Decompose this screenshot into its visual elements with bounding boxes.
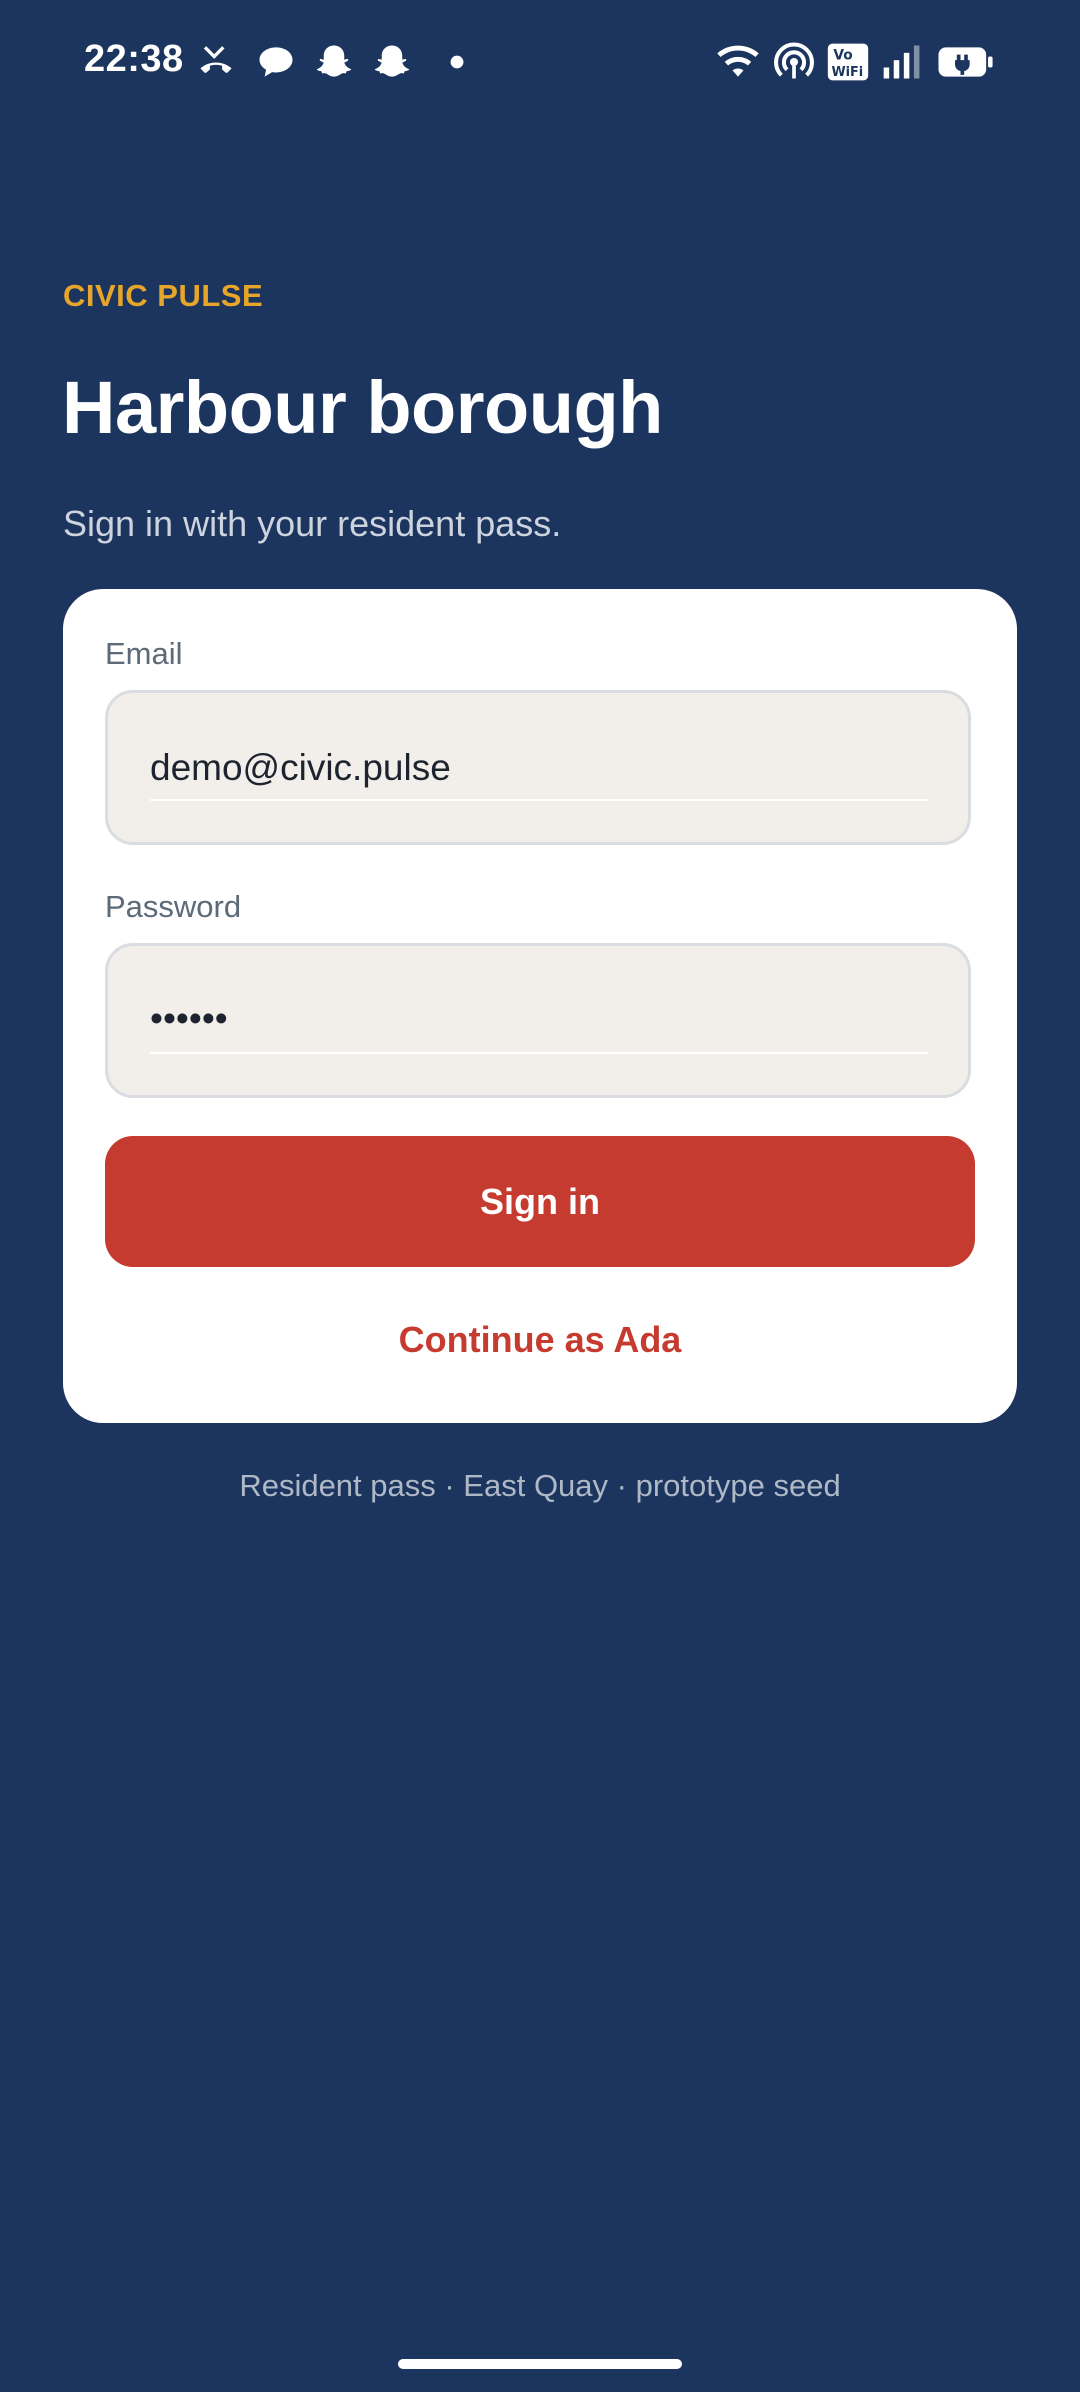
- battery-charging-icon: [934, 40, 998, 84]
- vowifi-icon: Vo WiFi: [826, 40, 870, 84]
- status-bar: 22:38 Vo WiFi: [0, 0, 1080, 126]
- svg-text:Vo: Vo: [833, 47, 852, 63]
- dot-icon: [424, 40, 468, 84]
- sign-in-button[interactable]: Sign in: [105, 1136, 975, 1267]
- status-time: 22:38: [84, 38, 184, 80]
- password-underline: [150, 1052, 928, 1054]
- signal-icon: [880, 40, 924, 84]
- continue-as-guest-link[interactable]: Continue as Ada: [63, 1319, 1017, 1361]
- missed-call-icon: [194, 40, 238, 84]
- page-title: Harbour borough: [62, 366, 663, 449]
- chat-bubble-icon: [254, 40, 298, 84]
- password-value: ••••••: [150, 998, 228, 1039]
- email-label: Email: [105, 636, 183, 671]
- svg-text:WiFi: WiFi: [832, 65, 864, 80]
- password-label: Password: [105, 889, 242, 924]
- sign-in-card: Email demo@civic.pulse Password •••••• S…: [63, 589, 1017, 1423]
- email-underline: [150, 799, 928, 801]
- email-value: demo@civic.pulse: [150, 747, 451, 788]
- snapchat-ghost-icon: [370, 40, 414, 84]
- password-field[interactable]: ••••••: [105, 943, 971, 1098]
- hotspot-icon: [772, 40, 816, 84]
- home-indicator[interactable]: [398, 2359, 682, 2369]
- snapchat-ghost-icon: [312, 40, 356, 84]
- page-subtitle: Sign in with your resident pass.: [63, 503, 562, 544]
- footer-note: Resident pass · East Quay · prototype se…: [239, 1468, 841, 1503]
- email-field[interactable]: demo@civic.pulse: [105, 690, 971, 845]
- wifi-icon: [716, 40, 760, 84]
- brand-label: CIVIC PULSE: [63, 278, 264, 313]
